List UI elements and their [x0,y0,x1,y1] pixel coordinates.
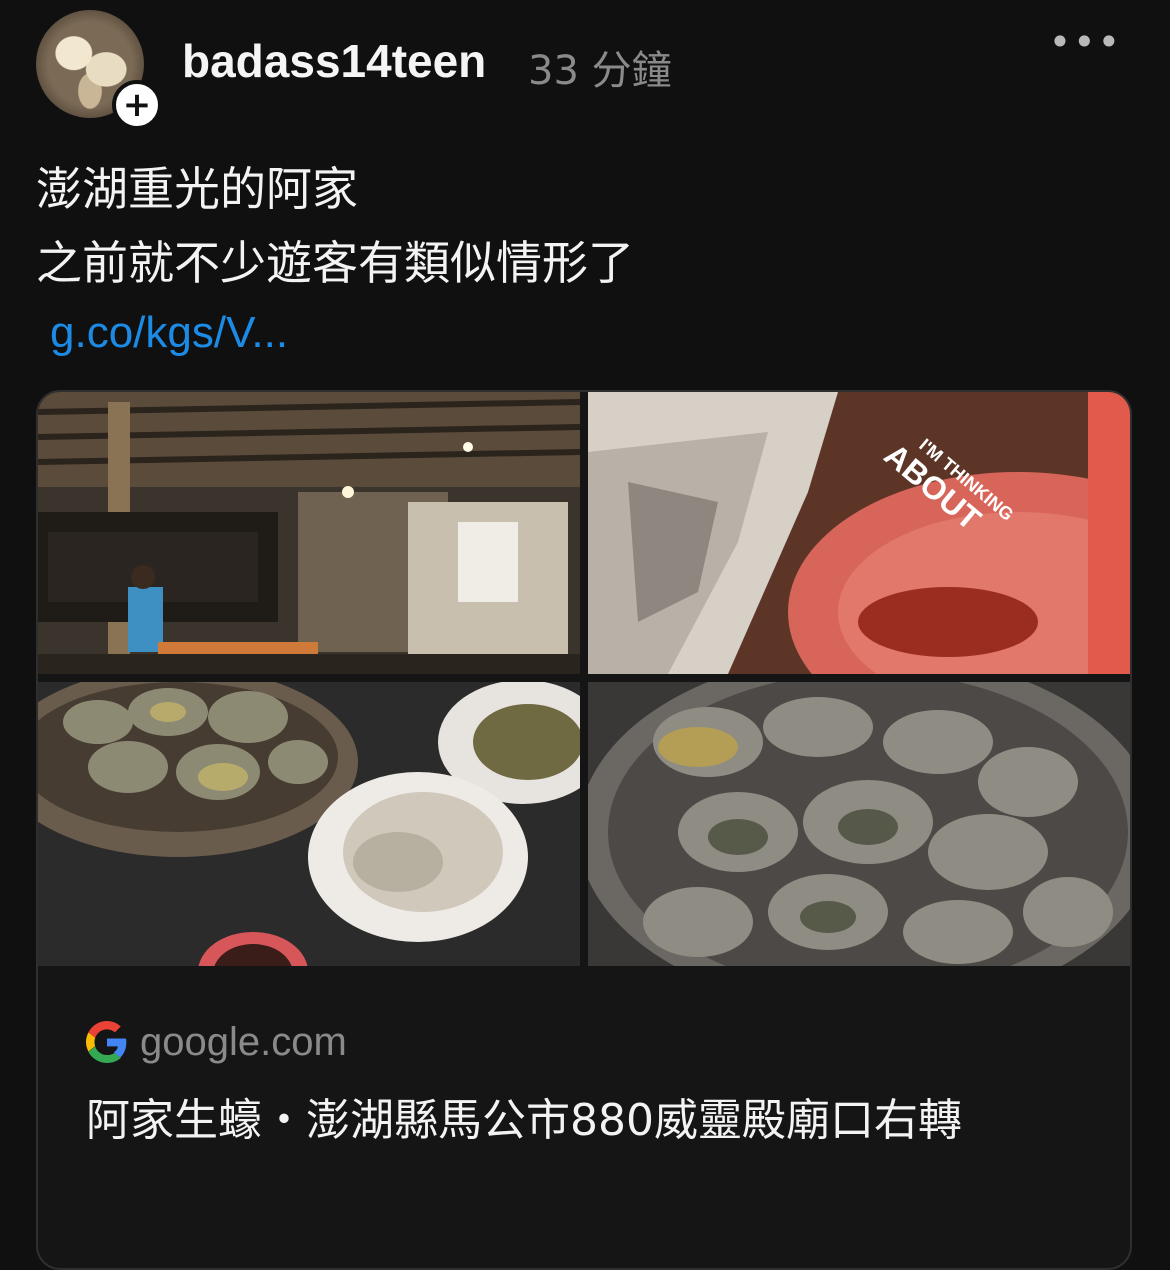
link-preview-card[interactable]: I'M THINKING ABOUT google.com 阿家生蠔・澎湖縣馬公… [36,390,1132,1270]
post-body: 澎湖重光的阿家 之前就不少遊客有類似情形了 [36,152,634,300]
card-title[interactable]: 阿家生蠔・澎湖縣馬公市880威靈殿廟口右轉 [86,1086,1086,1156]
username[interactable]: badass14teen [182,34,486,88]
follow-plus-icon[interactable]: + [112,80,162,130]
oysters-plates-image [38,682,580,966]
post-text-line: 之前就不少遊客有類似情形了 [36,236,634,290]
post-time: 33 分鐘 [528,48,672,94]
post-text-line: 澎湖重光的阿家 [36,162,358,216]
stylized-closeup-image: I'M THINKING ABOUT [588,392,1130,674]
image-stylized-closeup[interactable]: I'M THINKING ABOUT [588,392,1130,674]
image-grid[interactable]: I'M THINKING ABOUT [38,392,1130,966]
link-meta: google.com 阿家生蠔・澎湖縣馬公市880威靈殿廟口右轉 [86,1012,1086,1156]
source-domain: google.com [140,1019,347,1064]
source-row: google.com [86,1012,1086,1072]
more-options-icon[interactable]: ••• [1049,20,1122,64]
avatar-wrap[interactable]: + [36,10,162,130]
post-link[interactable]: g.co/kgs/V... [50,308,288,358]
restaurant-interior-image [38,392,580,674]
image-oysters-plates[interactable] [38,682,580,966]
image-restaurant-interior[interactable] [38,392,580,674]
grilled-oysters-image [588,682,1130,966]
image-grilled-oysters[interactable] [588,682,1130,966]
google-g-icon [86,1021,127,1063]
